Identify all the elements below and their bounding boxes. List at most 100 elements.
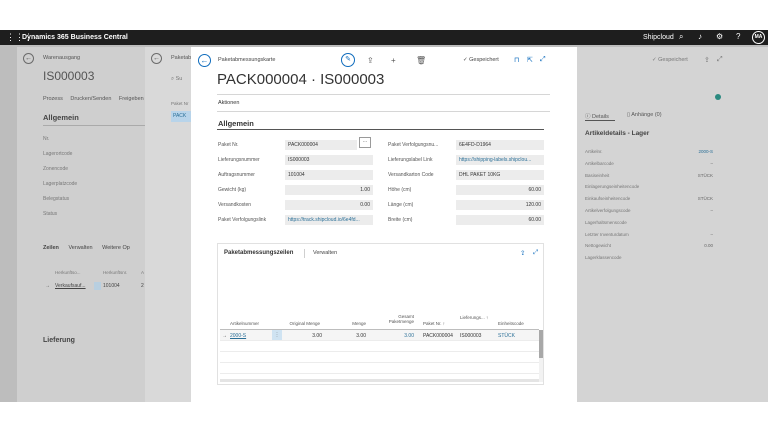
field-label: Lagerortcode xyxy=(43,151,73,157)
company-name: Shipcloud xyxy=(643,34,674,41)
col-delivery[interactable]: Lieferungs... ↑ xyxy=(460,315,490,320)
expand-icon[interactable]: ⤢ xyxy=(540,56,546,64)
row-item-no[interactable]: 2000-S xyxy=(230,333,246,339)
card-caption: Paketabmessungskarte xyxy=(218,57,276,63)
row-total-package-qty[interactable]: 3.00 xyxy=(392,333,414,339)
status-dot xyxy=(715,94,721,100)
tab-separator xyxy=(304,249,305,258)
action-menu: Prozess Drucken/Senden Freigeben xyxy=(43,96,150,102)
tab-attachments[interactable]: ▯ Anhänge (0) xyxy=(627,112,662,118)
tab-lines[interactable]: Zeilen xyxy=(43,245,59,251)
col-original-qty[interactable]: Original Menge xyxy=(286,321,320,326)
tab-manage[interactable]: Verwalten xyxy=(68,245,92,251)
warehouse-shipment-page: ← Warenausgang IS000003 Prozess Drucken/… xyxy=(17,47,157,402)
top-bar: ⋮⋮⋮ Dynamics 365 Business Central Shipcl… xyxy=(0,30,768,45)
col-total-package-qty[interactable]: Gesamt Paketmenge xyxy=(384,314,414,324)
selected-row[interactable] xyxy=(220,330,539,340)
row-qty[interactable]: 3.00 xyxy=(344,333,366,339)
row-handle[interactable] xyxy=(94,282,101,290)
selected-row-value[interactable]: PACK xyxy=(171,111,193,122)
factbox-field-value: – xyxy=(710,208,713,213)
row-arrow-icon: → xyxy=(45,283,50,289)
field-value-left-4[interactable]: 0.00 xyxy=(285,200,373,210)
package-list-page: ← Paketab ⌕ Su Paket Nr PACK xyxy=(145,47,195,402)
delete-icon[interactable]: 🗑 xyxy=(416,56,426,66)
field-value-left-0[interactable]: PACK000004 xyxy=(285,140,357,150)
field-value-right-3[interactable]: 60.00 xyxy=(456,185,544,195)
field-value-right-5[interactable]: 60.00 xyxy=(456,215,544,225)
horizontal-scrollbar[interactable] xyxy=(220,379,539,382)
gear-icon[interactable]: ⚙ xyxy=(716,31,723,43)
col-item-no[interactable]: Artikelnummer xyxy=(230,321,259,326)
menu-item-process[interactable]: Prozess xyxy=(43,96,63,102)
row-original-qty[interactable]: 3.00 xyxy=(300,333,322,339)
more-options-button[interactable]: ··· xyxy=(359,137,371,148)
factbox-field-label: Basiseinheit xyxy=(585,172,610,178)
share-icon[interactable]: ⇪ xyxy=(367,56,374,66)
edit-icon[interactable]: ✎ xyxy=(341,53,355,67)
row-source-link[interactable]: Verkaufsauf... xyxy=(55,283,86,289)
row-package-no: PACK000004 xyxy=(423,333,453,339)
vertical-scrollbar-thumb[interactable] xyxy=(539,330,543,358)
factbox-field-value: STÜCK xyxy=(697,172,713,178)
column-header: A xyxy=(141,270,145,275)
tab-package-lines[interactable]: Paketabmessungszeilen xyxy=(224,250,293,256)
help-icon[interactable]: ? xyxy=(736,31,740,43)
factbox-field-label: Einkaufseinheitencode xyxy=(585,196,631,202)
page-title: PACK000004 · IS000003 xyxy=(217,71,385,88)
row-actions-handle[interactable]: ⋮ xyxy=(272,330,282,340)
section-delivery[interactable]: Lieferung xyxy=(43,337,75,344)
search-icon[interactable]: ⌕ xyxy=(679,31,683,43)
field-label-left-2: Auftragsnummer xyxy=(218,172,255,178)
menu-item-release[interactable]: Freigeben xyxy=(119,96,144,102)
bell-icon[interactable]: ♪ xyxy=(698,31,702,43)
search-box[interactable]: ⌕ Su xyxy=(171,76,182,83)
expand-icon[interactable]: ⤢ xyxy=(533,249,538,257)
factbox-field-value[interactable]: 2000-S xyxy=(677,149,713,154)
section-general[interactable]: Allgemein xyxy=(43,113,79,122)
app-name[interactable]: Dynamics 365 Business Central xyxy=(22,32,128,43)
field-value-left-1[interactable]: IS000003 xyxy=(285,155,373,165)
menu-item-print[interactable]: Drucken/Senden xyxy=(70,96,111,102)
field-value-left-3[interactable]: 1.00 xyxy=(285,185,373,195)
row-delivery: IS000003 xyxy=(460,333,482,339)
share-icon[interactable]: ⇪ xyxy=(520,249,525,257)
col-unit-code[interactable]: Einheitscode xyxy=(498,321,524,326)
share-icon[interactable]: ⇪ xyxy=(704,56,710,64)
field-value-right-2[interactable]: DHL PAKET 10KG xyxy=(456,170,544,180)
bookmark-icon[interactable]: ⊓ xyxy=(514,56,519,64)
col-package-no[interactable]: Paket Nr. ↑ xyxy=(423,321,445,326)
field-value-right-1[interactable]: https://shipping-labels.shipclou... xyxy=(456,155,544,165)
field-label-right-3: Höhe (cm) xyxy=(388,187,412,193)
grid-line xyxy=(220,362,539,363)
open-new-window-icon[interactable]: ⇱ xyxy=(527,56,533,64)
back-arrow-icon[interactable]: ← xyxy=(151,53,162,64)
tab-details[interactable]: ⓘ Details xyxy=(585,112,609,120)
row-unit-code[interactable]: STÜCK xyxy=(498,333,515,339)
col-qty[interactable]: Menge xyxy=(342,321,366,326)
tab-manage[interactable]: Verwalten xyxy=(313,250,337,256)
expand-icon[interactable]: ⤢ xyxy=(717,56,723,64)
screenshot-frame: ⋮⋮⋮ Dynamics 365 Business Central Shipcl… xyxy=(0,0,768,432)
field-label-left-3: Gewicht (kg) xyxy=(218,187,247,193)
column-header: Herkunftso... xyxy=(55,270,81,275)
factbox-field-label: Artikelverfolgungscode xyxy=(585,208,631,213)
field-label: Belegstatus xyxy=(43,196,70,202)
avatar[interactable]: MA xyxy=(752,31,765,44)
saved-label: Gespeichert xyxy=(469,57,499,63)
tab-more[interactable]: Weitere Op xyxy=(102,245,130,251)
field-value-right-4[interactable]: 120.00 xyxy=(456,200,544,210)
field-value-left-2[interactable]: 101004 xyxy=(285,170,373,180)
page-title: IS000003 xyxy=(43,69,95,83)
add-icon[interactable]: + xyxy=(391,56,396,66)
waffle-icon[interactable]: ⋮⋮⋮ xyxy=(6,32,33,42)
field-value-right-0[interactable]: 6E4FD-D1964 xyxy=(456,140,544,150)
factbox-pane: ✓ Gespeichert ⇪ ⤢ ⓘ Details ▯ Anhänge (0… xyxy=(577,47,768,402)
section-general[interactable]: Allgemein xyxy=(218,119,254,128)
field-value-left-5[interactable]: https://track.shipcloud.io/6e4fd... xyxy=(285,215,373,225)
back-arrow-icon[interactable]: ← xyxy=(198,54,211,67)
field-label-left-1: Lieferungsnummer xyxy=(218,157,260,163)
back-arrow-icon[interactable]: ← xyxy=(23,53,34,64)
actions-menu[interactable]: Aktionen xyxy=(218,100,239,106)
row-source-no: 101004 xyxy=(103,283,120,289)
